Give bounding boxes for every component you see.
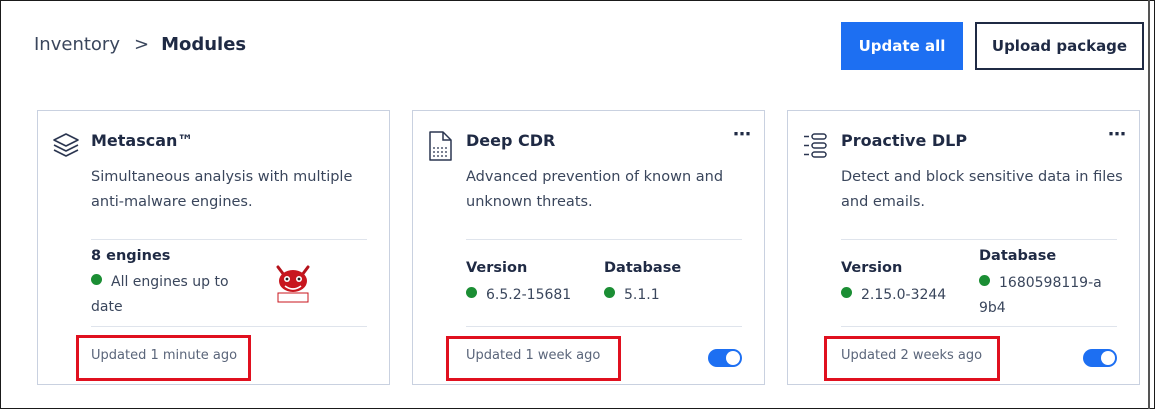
- more-options-button[interactable]: ⋯: [733, 126, 752, 144]
- version-label: Version: [841, 260, 903, 276]
- window-divider: [1148, 0, 1150, 409]
- divider: [91, 326, 367, 327]
- divider: [466, 326, 742, 327]
- card-description: Simultaneous analysis with multiple anti…: [91, 169, 353, 210]
- engines-count: 8 engines: [91, 248, 171, 264]
- status-ok-dot: [979, 275, 990, 286]
- upload-package-button[interactable]: Upload package: [975, 22, 1144, 70]
- clamav-logo: [276, 265, 310, 303]
- module-enabled-toggle[interactable]: [708, 349, 742, 367]
- database-label: Database: [979, 248, 1057, 264]
- highlight-box: [446, 336, 621, 381]
- card-title: Deep CDR: [466, 131, 556, 150]
- status-ok-dot: [604, 287, 615, 298]
- database-value: 1680598119-a9b4: [979, 275, 1102, 316]
- version-value: 2.15.0-3244: [841, 283, 946, 308]
- card-title: Metascan™: [91, 131, 194, 150]
- document-grid-icon: [429, 131, 452, 161]
- engines-status: All engines up to date: [91, 274, 229, 315]
- divider: [841, 326, 1117, 327]
- card-description: Advanced prevention of known and unknown…: [466, 169, 724, 210]
- divider: [466, 239, 742, 240]
- version-value: 6.5.2-15681: [466, 283, 571, 308]
- more-options-button[interactable]: ⋯: [1108, 126, 1127, 144]
- update-all-button[interactable]: Update all: [841, 22, 963, 70]
- module-enabled-toggle[interactable]: [1083, 349, 1117, 367]
- database-label: Database: [604, 260, 682, 276]
- flow-icon: [804, 133, 827, 158]
- card-description: Detect and block sensitive data in files…: [841, 169, 1123, 210]
- page-title: Modules: [161, 34, 247, 55]
- toggle-knob: [726, 351, 740, 365]
- divider: [91, 239, 367, 240]
- version-label: Version: [466, 260, 528, 276]
- breadcrumb: Inventory > Modules: [34, 34, 246, 55]
- chevron-right-icon: >: [133, 34, 150, 55]
- database-value: 5.1.1: [604, 283, 660, 308]
- layers-icon: [53, 133, 79, 157]
- status-ok-dot: [466, 287, 477, 298]
- card-title: Proactive DLP: [841, 131, 968, 150]
- divider: [841, 239, 1117, 240]
- breadcrumb-inventory-link[interactable]: Inventory: [34, 34, 120, 55]
- highlight-box: [824, 336, 1000, 381]
- highlight-box: [76, 335, 251, 381]
- status-ok-dot: [91, 274, 102, 285]
- toggle-knob: [1101, 351, 1115, 365]
- status-ok-dot: [841, 287, 852, 298]
